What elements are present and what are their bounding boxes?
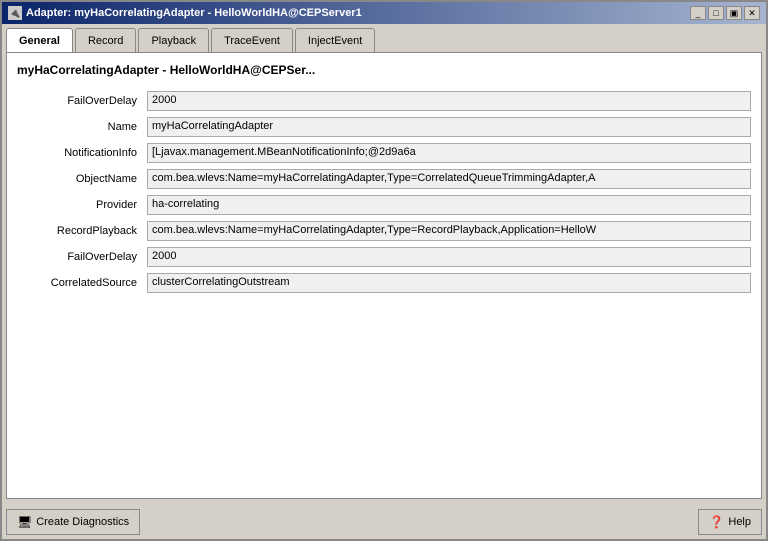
field-value-failoverdelay[interactable]: 2000 — [147, 91, 751, 111]
field-value-notificationinfo[interactable]: [Ljavax.management.MBeanNotificationInfo… — [147, 143, 751, 163]
field-value-provider[interactable]: ha-correlating — [147, 195, 751, 215]
form-row: CorrelatedSourceclusterCorrelatingOutstr… — [17, 273, 751, 293]
field-label-objectname: ObjectName — [17, 173, 147, 185]
field-label-notificationinfo: NotificationInfo — [17, 147, 147, 159]
window-title: Adapter: myHaCorrelatingAdapter - HelloW… — [26, 7, 362, 19]
tab-injectevent[interactable]: InjectEvent — [295, 28, 375, 52]
field-value-correlatedsource[interactable]: clusterCorrelatingOutstream — [147, 273, 751, 293]
restore-button[interactable]: □ — [708, 6, 724, 20]
page-title: myHaCorrelatingAdapter - HelloWorldHA@CE… — [17, 63, 751, 77]
field-label-failoverdelay: FailOverDelay — [17, 95, 147, 107]
window-icon: 🔌 — [8, 6, 22, 20]
tab-content-general: myHaCorrelatingAdapter - HelloWorldHA@CE… — [6, 52, 762, 499]
form-row: FailOverDelay2000 — [17, 247, 751, 267]
minimize-button[interactable]: _ — [690, 6, 706, 20]
diagnostics-icon: 🖥 — [17, 515, 32, 529]
field-label-provider: Provider — [17, 199, 147, 211]
field-value-recordplayback[interactable]: com.bea.wlevs:Name=myHaCorrelatingAdapte… — [147, 221, 751, 241]
field-label-recordplayback: RecordPlayback — [17, 225, 147, 237]
form-row: Providerha-correlating — [17, 195, 751, 215]
title-buttons: _ □ ▣ ✕ — [690, 6, 760, 20]
main-window: 🔌 Adapter: myHaCorrelatingAdapter - Hell… — [0, 0, 768, 541]
tab-general[interactable]: General — [6, 28, 73, 52]
form-row: ObjectNamecom.bea.wlevs:Name=myHaCorrela… — [17, 169, 751, 189]
help-button[interactable]: ❓ Help — [698, 509, 762, 535]
title-bar-left: 🔌 Adapter: myHaCorrelatingAdapter - Hell… — [8, 6, 362, 20]
field-value-failoverdelay[interactable]: 2000 — [147, 247, 751, 267]
tabs-bar: General Record Playback TraceEvent Injec… — [6, 28, 762, 52]
tab-record[interactable]: Record — [75, 28, 136, 52]
field-value-objectname[interactable]: com.bea.wlevs:Name=myHaCorrelatingAdapte… — [147, 169, 751, 189]
field-label-name: Name — [17, 121, 147, 133]
bottom-bar: 🖥 Create Diagnostics ❓ Help — [2, 503, 766, 539]
field-label-failoverdelay: FailOverDelay — [17, 251, 147, 263]
form-row: RecordPlaybackcom.bea.wlevs:Name=myHaCor… — [17, 221, 751, 241]
tab-traceevent[interactable]: TraceEvent — [211, 28, 293, 52]
title-bar: 🔌 Adapter: myHaCorrelatingAdapter - Hell… — [2, 2, 766, 24]
form-area: FailOverDelay2000NamemyHaCorrelatingAdap… — [17, 91, 751, 488]
help-icon: ❓ — [709, 515, 724, 529]
close-button[interactable]: ✕ — [744, 6, 760, 20]
field-label-correlatedsource: CorrelatedSource — [17, 277, 147, 289]
field-value-name[interactable]: myHaCorrelatingAdapter — [147, 117, 751, 137]
create-diagnostics-button[interactable]: 🖥 Create Diagnostics — [6, 509, 140, 535]
form-row: NamemyHaCorrelatingAdapter — [17, 117, 751, 137]
form-row: NotificationInfo[Ljavax.management.MBean… — [17, 143, 751, 163]
form-row: FailOverDelay2000 — [17, 91, 751, 111]
tab-playback[interactable]: Playback — [138, 28, 209, 52]
content-area: General Record Playback TraceEvent Injec… — [2, 24, 766, 503]
maximize-button[interactable]: ▣ — [726, 6, 742, 20]
